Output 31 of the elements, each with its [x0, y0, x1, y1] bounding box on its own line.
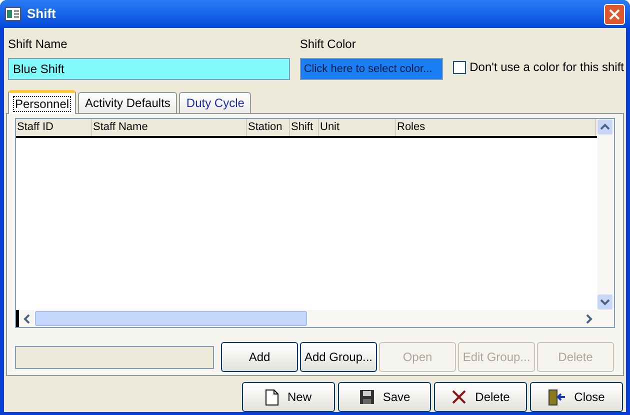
cross-icon: [451, 389, 468, 405]
column-header[interactable]: Staff ID: [16, 119, 92, 136]
footer-button[interactable]: Close: [530, 382, 623, 412]
close-button[interactable]: [604, 4, 625, 24]
checkbox[interactable]: [452, 60, 466, 74]
checkbox-label: Don't use a color for this shift: [470, 59, 624, 76]
column-header[interactable]: Unit: [319, 119, 396, 136]
tab[interactable]: Activity Defaults: [78, 92, 178, 113]
footer-button[interactable]: New: [242, 382, 335, 412]
shift-name-field[interactable]: Blue Shift: [8, 58, 290, 80]
window-title: Shift: [27, 5, 56, 24]
exit-door-icon: [548, 388, 566, 406]
page-icon: [265, 388, 280, 406]
column-header[interactable]: Staff Name: [92, 119, 247, 136]
vertical-scrollbar[interactable]: [597, 119, 614, 327]
app-icon: [5, 7, 21, 21]
column-header[interactable]: Roles: [396, 119, 596, 136]
field-label: Shift Color: [300, 36, 357, 53]
footer-button[interactable]: Delete: [434, 382, 527, 412]
panel-button[interactable]: Add Group...: [300, 342, 377, 372]
field-label: Shift Name: [8, 36, 68, 53]
panel-button[interactable]: Add: [221, 342, 298, 372]
column-header[interactable]: Station: [247, 119, 290, 136]
scrollbar-thumb[interactable]: [35, 311, 307, 326]
tab[interactable]: Duty Cycle: [179, 92, 252, 113]
footer-button[interactable]: Save: [338, 382, 431, 412]
color-picker-field[interactable]: Click here to select color...: [300, 58, 443, 80]
close-icon: [609, 8, 620, 20]
horizontal-scrollbar[interactable]: [16, 310, 597, 327]
tab[interactable]: Personnel: [8, 90, 76, 114]
column-header[interactable]: Shift: [290, 119, 319, 136]
